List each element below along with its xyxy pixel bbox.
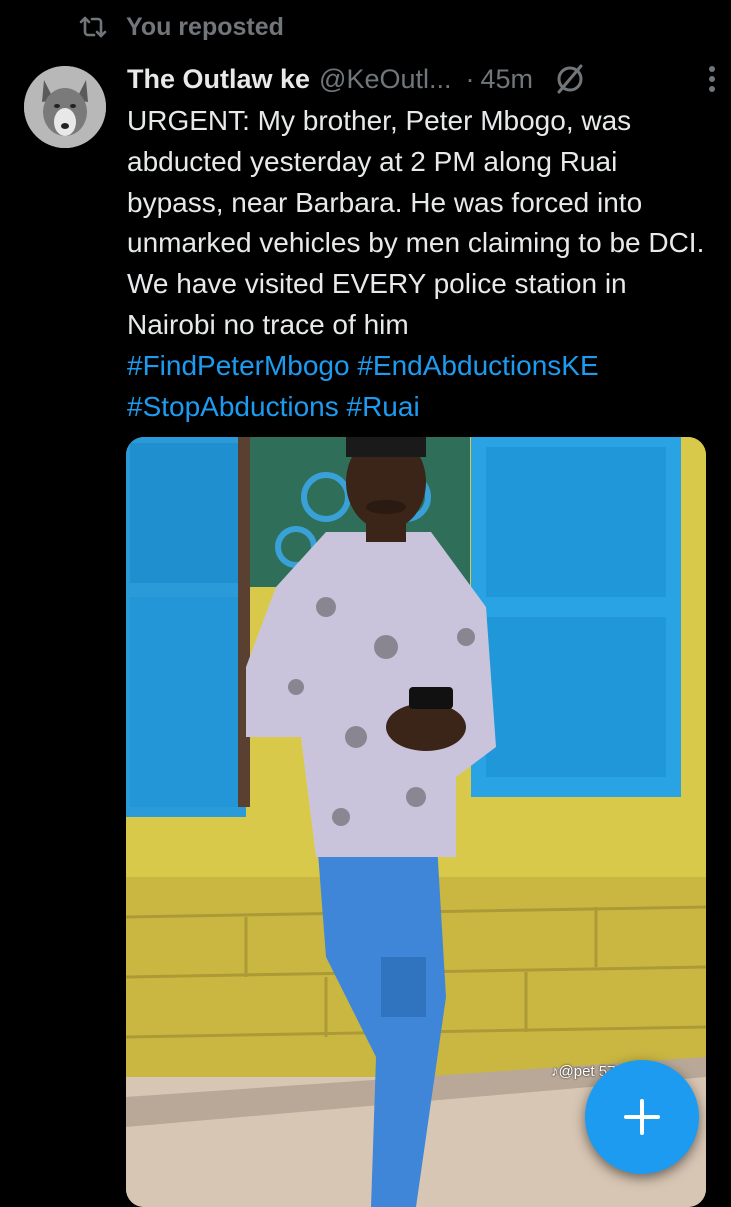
compose-post-button[interactable] — [585, 1060, 699, 1174]
author-name[interactable]: The Outlaw ke — [127, 64, 310, 95]
separator-dot: · — [465, 63, 475, 94]
post-text: URGENT: My brother, Peter Mbogo, was abd… — [127, 105, 705, 340]
hashtag-endabductionske[interactable]: #EndAbductionsKE — [357, 350, 598, 381]
repost-indicator: You reposted — [78, 10, 284, 44]
plus-icon — [624, 1099, 660, 1135]
grok-icon[interactable] — [553, 62, 587, 96]
avatar[interactable] — [24, 66, 106, 148]
post-timestamp[interactable]: 45m — [481, 64, 534, 95]
repost-label: You reposted — [126, 12, 284, 41]
author-handle[interactable]: @KeOutl... — [319, 64, 451, 95]
hashtag-ruai[interactable]: #Ruai — [347, 391, 420, 422]
hashtag-stopabductions[interactable]: #StopAbductions — [127, 391, 339, 422]
wolf-avatar-image — [24, 66, 106, 148]
repost-icon — [79, 16, 107, 38]
post-header: The Outlaw ke @KeOutl... · 45m — [127, 58, 717, 100]
post-body: URGENT: My brother, Peter Mbogo, was abd… — [127, 101, 717, 427]
hashtag-findpetermbogo[interactable]: #FindPeterMbogo — [127, 350, 350, 381]
more-options-icon[interactable] — [707, 64, 717, 94]
